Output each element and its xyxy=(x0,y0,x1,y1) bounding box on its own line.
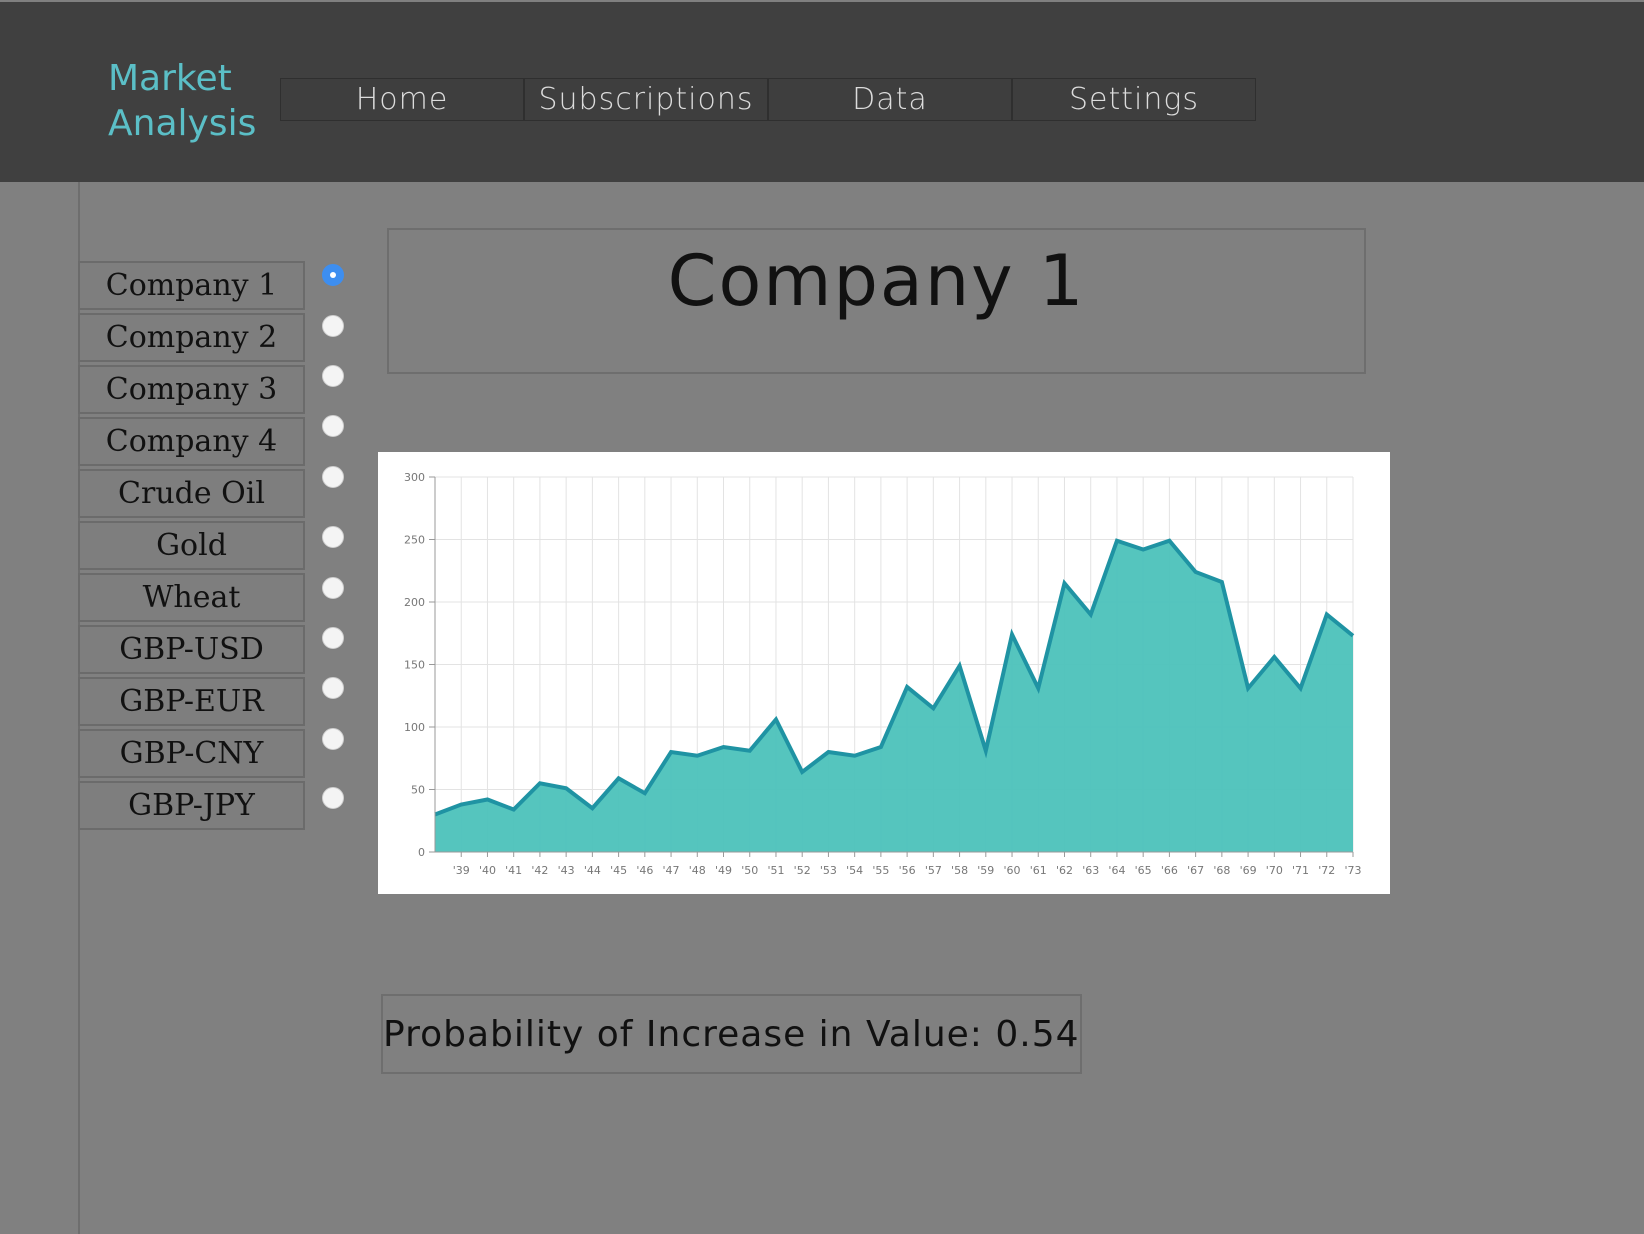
x-tick-label: '49 xyxy=(715,864,732,877)
selected-asset-panel: Company 1 xyxy=(387,228,1366,374)
x-tick-label: '62 xyxy=(1056,864,1073,877)
x-tick-label: '54 xyxy=(846,864,863,877)
x-tick-label: '50 xyxy=(741,864,758,877)
y-tick-label: 100 xyxy=(404,721,425,734)
x-tick-label: '61 xyxy=(1030,864,1047,877)
x-tick-label: '47 xyxy=(663,864,680,877)
sidebar-item-gbp-usd[interactable]: GBP-USD xyxy=(78,625,305,674)
y-tick-label: 200 xyxy=(404,596,425,609)
x-tick-label: '42 xyxy=(531,864,548,877)
x-tick-label: '52 xyxy=(794,864,811,877)
x-tick-label: '46 xyxy=(636,864,653,877)
radio-gbp-cny[interactable] xyxy=(322,728,344,750)
sidebar-item-company-4[interactable]: Company 4 xyxy=(78,417,305,466)
x-tick-label: '60 xyxy=(1004,864,1021,877)
sidebar-item-company-1[interactable]: Company 1 xyxy=(78,261,305,310)
sidebar-item-gbp-cny[interactable]: GBP-CNY xyxy=(78,729,305,778)
app-title-line1: Market xyxy=(108,58,232,99)
y-tick-label: 150 xyxy=(404,659,425,672)
sidebar-item-gold[interactable]: Gold xyxy=(78,521,305,570)
app-logo[interactable]: Market Analysis xyxy=(108,56,256,146)
sidebar-item-gbp-jpy[interactable]: GBP-JPY xyxy=(78,781,305,830)
probability-text: Probability of Increase in Value: 0.54 xyxy=(383,1013,1080,1055)
y-tick-label: 250 xyxy=(404,534,425,547)
radio-company-2[interactable] xyxy=(322,315,344,337)
sidebar-item-crude-oil[interactable]: Crude Oil xyxy=(78,469,305,518)
radio-wheat[interactable] xyxy=(322,577,344,599)
x-tick-label: '44 xyxy=(584,864,601,877)
x-tick-label: '48 xyxy=(689,864,706,877)
x-tick-label: '56 xyxy=(899,864,916,877)
radio-gold[interactable] xyxy=(322,526,344,548)
x-tick-label: '73 xyxy=(1344,864,1361,877)
x-tick-label: '64 xyxy=(1108,864,1125,877)
x-tick-label: '57 xyxy=(925,864,942,877)
nav-tab-settings[interactable]: Settings xyxy=(1012,78,1256,121)
radio-company-4[interactable] xyxy=(322,415,344,437)
probability-panel: Probability of Increase in Value: 0.54 xyxy=(381,994,1082,1074)
x-tick-label: '66 xyxy=(1161,864,1178,877)
x-tick-label: '69 xyxy=(1240,864,1257,877)
x-tick-label: '55 xyxy=(872,864,889,877)
x-tick-label: '39 xyxy=(453,864,470,877)
nav-tab-home[interactable]: Home xyxy=(280,78,524,121)
page-title: Company 1 xyxy=(667,240,1086,322)
y-tick-label: 300 xyxy=(404,471,425,484)
sidebar-item-wheat[interactable]: Wheat xyxy=(78,573,305,622)
x-tick-label: '63 xyxy=(1082,864,1099,877)
radio-gbp-eur[interactable] xyxy=(322,677,344,699)
sidebar-item-gbp-eur[interactable]: GBP-EUR xyxy=(78,677,305,726)
radio-gbp-usd[interactable] xyxy=(322,627,344,649)
radio-company-3[interactable] xyxy=(322,365,344,387)
sidebar-item-company-2[interactable]: Company 2 xyxy=(78,313,305,362)
app-title-line2: Analysis xyxy=(108,103,257,144)
x-tick-label: '72 xyxy=(1318,864,1335,877)
x-tick-label: '53 xyxy=(820,864,837,877)
nav-tab-subscriptions[interactable]: Subscriptions xyxy=(524,78,768,121)
sidebar-item-company-3[interactable]: Company 3 xyxy=(78,365,305,414)
series-area xyxy=(435,540,1353,852)
price-area-chart: 0 50 100 150 200 250 300 '39 '40 '41 '42 '43 '44 '45 '… xyxy=(404,471,1362,877)
y-tick-label: 50 xyxy=(411,784,425,797)
x-tick-label: '40 xyxy=(479,864,496,877)
price-chart-panel: 0 50 100 150 200 250 300 '39 '40 '41 '42 '43 '44 '45 '… xyxy=(378,452,1390,894)
x-tick-label: '65 xyxy=(1135,864,1152,877)
x-tick-label: '41 xyxy=(505,864,522,877)
x-tick-label: '67 xyxy=(1187,864,1204,877)
radio-gbp-jpy[interactable] xyxy=(322,787,344,809)
x-tick-label: '70 xyxy=(1266,864,1283,877)
nav-tab-data[interactable]: Data xyxy=(768,78,1012,121)
x-tick-label: '51 xyxy=(767,864,784,877)
radio-crude-oil[interactable] xyxy=(322,466,344,488)
radio-company-1[interactable] xyxy=(322,264,344,286)
main-nav: Home Subscriptions Data Settings xyxy=(280,78,1256,121)
x-tick-label: '43 xyxy=(558,864,575,877)
x-tick-label: '59 xyxy=(977,864,994,877)
x-tick-label: '58 xyxy=(951,864,968,877)
y-tick-label: 0 xyxy=(418,846,425,859)
x-tick-label: '45 xyxy=(610,864,627,877)
x-tick-label: '68 xyxy=(1213,864,1230,877)
x-tick-label: '71 xyxy=(1292,864,1309,877)
app-header: Market Analysis Home Subscriptions Data … xyxy=(0,2,1644,182)
